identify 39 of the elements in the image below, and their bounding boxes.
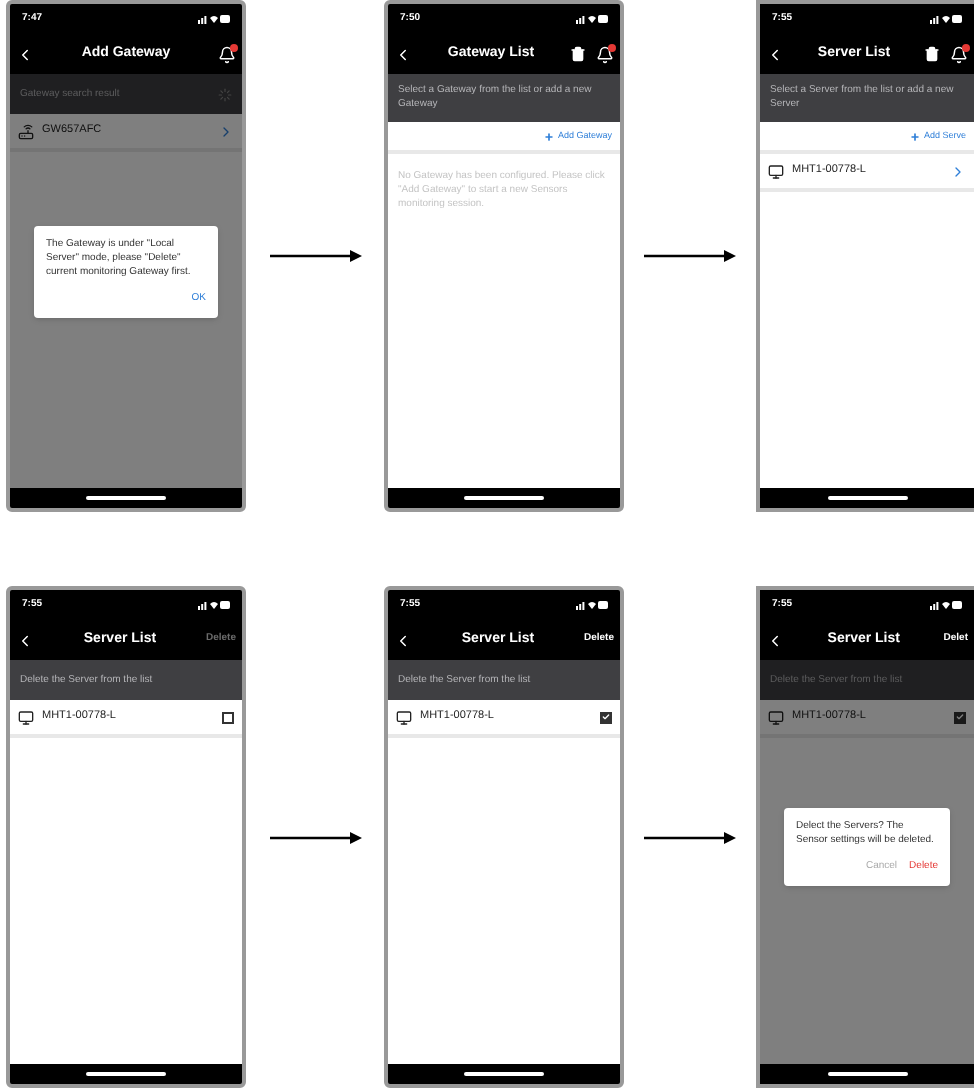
monitor-icon bbox=[768, 709, 784, 725]
right-arrow bbox=[644, 831, 736, 843]
checkbox[interactable] bbox=[600, 711, 612, 723]
status-icons bbox=[930, 14, 962, 24]
status-icons bbox=[198, 600, 230, 610]
monitor-icon bbox=[768, 163, 784, 179]
home-indicator bbox=[464, 496, 544, 500]
back-icon[interactable] bbox=[766, 45, 784, 63]
home-indicator bbox=[464, 1072, 544, 1076]
status-icons bbox=[198, 14, 230, 24]
monitor-icon bbox=[18, 709, 34, 725]
back-icon[interactable] bbox=[394, 45, 412, 63]
status-icons bbox=[576, 600, 608, 610]
trash-icon[interactable] bbox=[924, 46, 940, 62]
home-indicator bbox=[827, 1072, 907, 1076]
home-indicator bbox=[827, 496, 907, 500]
plus-icon bbox=[543, 131, 554, 141]
notification-bell-icon[interactable] bbox=[950, 45, 968, 63]
status-icons bbox=[576, 14, 608, 24]
right-arrow bbox=[644, 250, 736, 262]
router-icon bbox=[18, 123, 34, 139]
right-arrow bbox=[269, 250, 361, 262]
back-icon[interactable] bbox=[766, 631, 784, 649]
plus-icon bbox=[909, 131, 920, 141]
notification-bell-icon[interactable] bbox=[218, 45, 236, 63]
back-icon[interactable] bbox=[16, 631, 34, 649]
checkbox[interactable] bbox=[954, 711, 966, 723]
chevron-right-icon[interactable] bbox=[950, 163, 966, 179]
trash-icon[interactable] bbox=[570, 46, 586, 62]
checkbox[interactable] bbox=[222, 711, 234, 723]
home-indicator bbox=[86, 496, 166, 500]
monitor-icon bbox=[396, 709, 412, 725]
notification-bell-icon[interactable] bbox=[596, 45, 614, 63]
back-icon[interactable] bbox=[16, 45, 34, 63]
back-icon[interactable] bbox=[394, 631, 412, 649]
right-arrow bbox=[269, 831, 361, 843]
status-icons bbox=[930, 600, 962, 610]
chevron-right-icon[interactable] bbox=[218, 123, 234, 139]
home-indicator bbox=[86, 1072, 166, 1076]
